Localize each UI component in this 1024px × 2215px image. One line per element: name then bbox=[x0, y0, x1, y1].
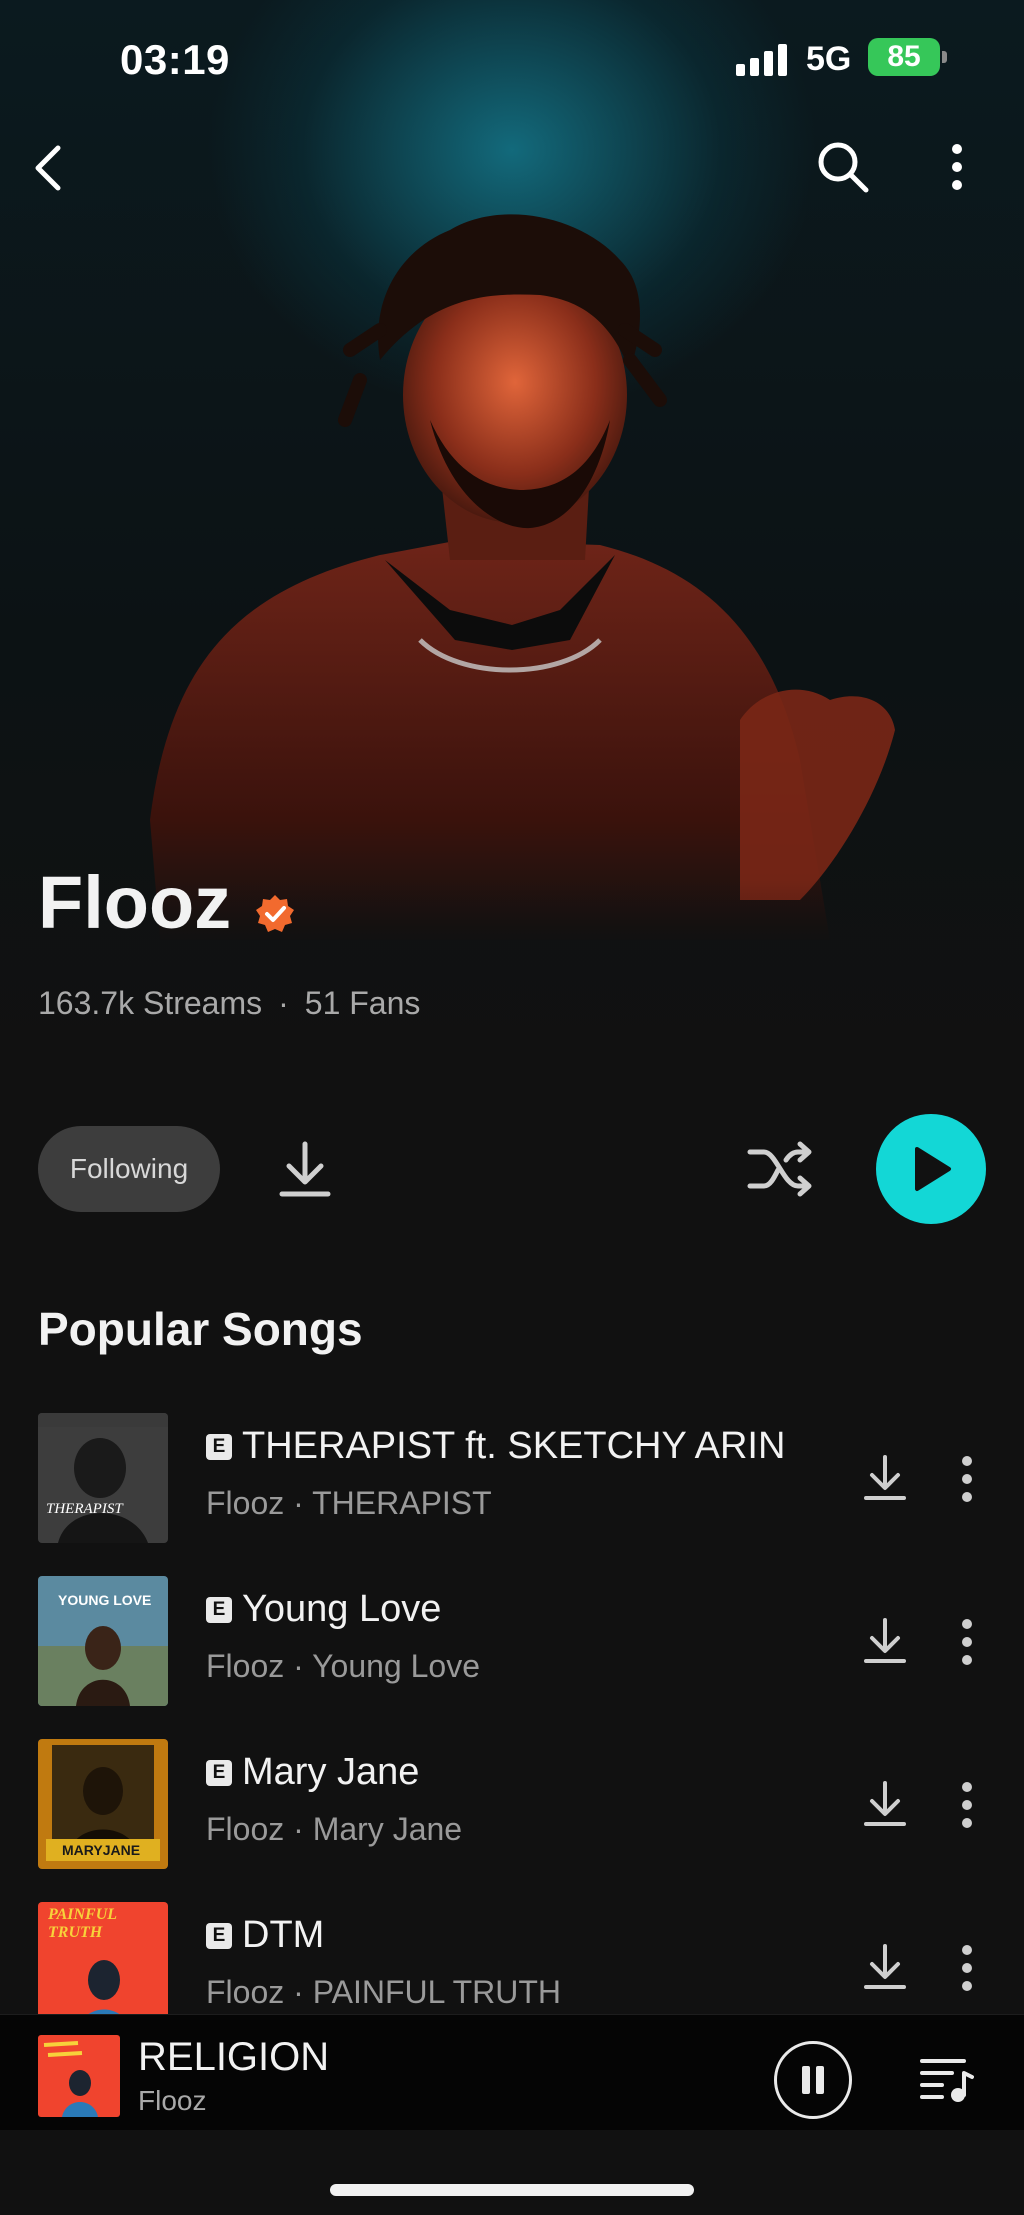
download-icon bbox=[864, 1944, 906, 1989]
search-icon bbox=[818, 142, 869, 193]
explicit-badge: E bbox=[206, 1596, 232, 1623]
battery-cap bbox=[942, 51, 947, 63]
more-options-button[interactable] bbox=[934, 136, 980, 198]
song-download-button[interactable] bbox=[860, 1616, 910, 1666]
now-playing-title: RELIGION bbox=[138, 2035, 330, 2079]
now-playing-cover bbox=[38, 2035, 120, 2117]
song-more-button[interactable] bbox=[950, 1938, 984, 1998]
song-row[interactable]: THERAPIST E THERAPIST ft. SKETCHY ARIN F… bbox=[0, 1413, 1024, 1545]
pause-button[interactable] bbox=[774, 2041, 852, 2119]
more-vertical-icon bbox=[962, 1945, 972, 1991]
cover-text: PAINFUL TRUTH bbox=[48, 1906, 117, 1941]
song-download-button[interactable] bbox=[860, 1779, 910, 1829]
status-time: 03:19 bbox=[120, 36, 230, 83]
search-button[interactable] bbox=[812, 136, 874, 198]
battery-indicator: 85 bbox=[868, 38, 940, 76]
popular-songs-heading: Popular Songs bbox=[38, 1303, 363, 1355]
song-subtitle: Flooz · Young Love bbox=[206, 1648, 480, 1684]
song-more-button[interactable] bbox=[950, 1612, 984, 1672]
cover-text: THERAPIST bbox=[46, 1501, 123, 1517]
queue-button[interactable] bbox=[918, 2051, 974, 2107]
cover-text: MARYJANE bbox=[62, 1842, 141, 1858]
shuffle-button[interactable] bbox=[746, 1136, 816, 1202]
cellular-signal-icon bbox=[736, 44, 787, 76]
explicit-badge: E bbox=[206, 1759, 232, 1786]
song-subtitle: Flooz · Mary Jane bbox=[206, 1811, 463, 1847]
song-row[interactable]: YOUNG LOVE E Young Love Flooz · Young Lo… bbox=[0, 1576, 1024, 1708]
more-vertical-icon bbox=[962, 1619, 972, 1665]
network-type: 5G bbox=[806, 40, 852, 78]
song-subtitle: Flooz · PAINFUL TRUTH bbox=[206, 1974, 561, 2010]
download-icon bbox=[279, 1141, 331, 1197]
explicit-badge: E bbox=[206, 1433, 232, 1460]
song-download-button[interactable] bbox=[860, 1942, 910, 1992]
play-icon bbox=[915, 1147, 951, 1191]
fans-count: 51 Fans bbox=[304, 985, 421, 1021]
verified-badge-icon bbox=[256, 895, 294, 932]
song-subtitle: Flooz · THERAPIST bbox=[206, 1485, 492, 1521]
song-cover: YOUNG LOVE bbox=[38, 1576, 168, 1706]
song-cover: PAINFUL TRUTH bbox=[38, 1902, 168, 2032]
battery-level: 85 bbox=[887, 40, 921, 73]
stats-separator: · bbox=[278, 985, 289, 1021]
download-icon bbox=[864, 1455, 906, 1500]
download-icon bbox=[864, 1781, 906, 1826]
song-more-button[interactable] bbox=[950, 1775, 984, 1835]
queue-music-icon bbox=[920, 2059, 974, 2102]
song-more-button[interactable] bbox=[950, 1449, 984, 1509]
song-title: THERAPIST ft. SKETCHY ARIN bbox=[242, 1425, 786, 1467]
mini-player[interactable]: RELIGION Flooz bbox=[0, 2014, 1024, 2131]
status-bar: 03:19 5G 85 bbox=[0, 0, 1024, 120]
song-title: Young Love bbox=[242, 1588, 442, 1630]
more-vertical-icon bbox=[962, 1456, 972, 1502]
song-title: Mary Jane bbox=[242, 1751, 420, 1793]
download-all-button[interactable] bbox=[272, 1138, 338, 1202]
back-button[interactable] bbox=[20, 140, 76, 196]
streams-count: 163.7k Streams bbox=[38, 985, 263, 1021]
artist-name: Flooz bbox=[38, 861, 232, 944]
download-icon bbox=[864, 1618, 906, 1663]
pause-icon bbox=[802, 2066, 824, 2094]
song-title: DTM bbox=[242, 1914, 325, 1956]
cover-text: YOUNG LOVE bbox=[58, 1592, 152, 1608]
more-vertical-icon bbox=[952, 144, 962, 190]
song-download-button[interactable] bbox=[860, 1453, 910, 1503]
song-cover: THERAPIST bbox=[38, 1413, 168, 1543]
song-row[interactable]: MARYJANE E Mary Jane Flooz · Mary Jane bbox=[0, 1739, 1024, 1871]
bottom-safe-area bbox=[0, 2130, 1024, 2215]
explicit-badge: E bbox=[206, 1922, 232, 1949]
play-all-button[interactable] bbox=[876, 1114, 986, 1224]
song-cover: MARYJANE bbox=[38, 1739, 168, 1869]
following-button[interactable]: Following bbox=[38, 1126, 220, 1212]
home-indicator[interactable] bbox=[330, 2184, 694, 2196]
now-playing-artist: Flooz bbox=[138, 2085, 207, 2116]
shuffle-icon bbox=[747, 1141, 812, 1197]
chevron-left-icon bbox=[35, 145, 61, 191]
artist-stats: 163.7k Streams · 51 Fans bbox=[38, 985, 420, 1022]
more-vertical-icon bbox=[962, 1782, 972, 1828]
